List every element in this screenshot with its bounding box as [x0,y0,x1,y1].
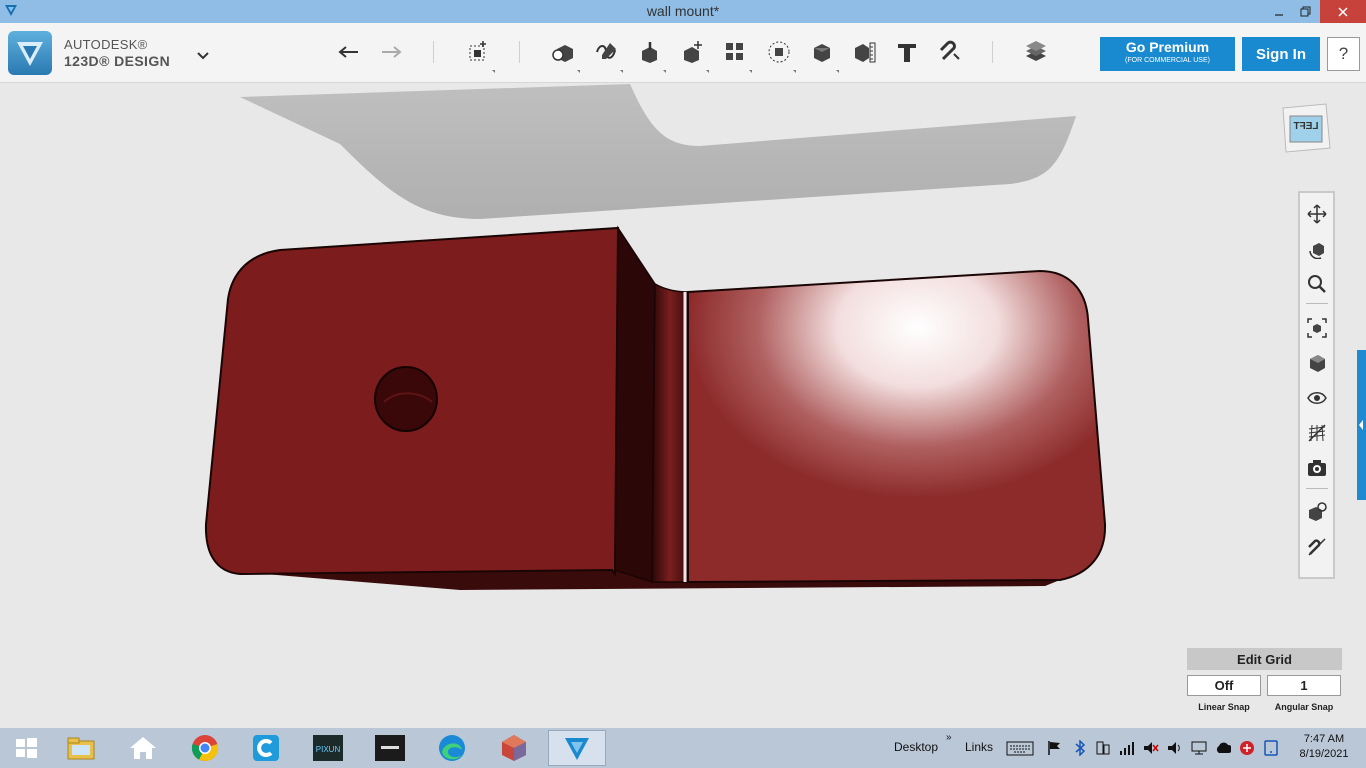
pan-icon[interactable] [1305,202,1329,226]
signal-icon[interactable] [1119,740,1135,756]
volume-mute-icon[interactable] [1143,740,1159,756]
dark-app-icon[interactable] [364,730,416,766]
redo-icon[interactable] [376,37,406,67]
cube-app-icon[interactable] [488,730,540,766]
premium-sub-label: (FOR COMMERCIAL USE) [1125,57,1210,64]
restore-icon[interactable] [1292,0,1318,23]
model-plate-side [614,225,656,584]
main-toolbar: AUTODESK® 123D® DESIGN Go Premium (FOR C… [0,23,1366,83]
grouping-icon[interactable] [764,37,796,73]
cloud-icon[interactable] [1215,740,1231,756]
svg-text:PIXUN: PIXUN [316,745,341,754]
display-icon[interactable] [1191,740,1207,756]
chevron-right-icon[interactable]: » [946,732,952,743]
network-icon[interactable] [1095,740,1111,756]
view-cube-label: LEFT [1293,121,1319,132]
minimize-icon[interactable] [1266,0,1292,23]
angular-snap-label: Angular Snap [1274,702,1334,712]
close-icon[interactable] [1320,0,1366,23]
taskbar: PIXUN Desktop » Links 7:47 AM 8/19/2021 [0,728,1366,768]
primitives-icon[interactable] [548,37,580,73]
system-clock[interactable]: 7:47 AM 8/19/2021 [1288,732,1360,762]
123d-app-icon[interactable] [548,730,606,766]
angular-snap-field[interactable]: 1 [1267,675,1341,696]
orbit-icon[interactable] [1305,237,1329,261]
material-icon[interactable] [1021,37,1051,67]
brand-product: 123D® DESIGN [64,53,171,69]
go-premium-button[interactable]: Go Premium (FOR COMMERCIAL USE) [1100,37,1235,71]
sign-in-button[interactable]: Sign In [1242,37,1320,71]
fit-icon[interactable] [1305,316,1329,340]
combine-icon[interactable] [807,37,839,73]
linear-snap-field[interactable]: Off [1187,675,1261,696]
premium-label: Go Premium [1125,39,1210,55]
view-mode-icon[interactable] [1305,351,1329,375]
modify-icon[interactable] [677,37,709,73]
speaker-icon[interactable] [1167,740,1183,756]
model-scene[interactable] [0,84,1366,728]
bluetooth-icon[interactable] [1072,740,1088,756]
measure-icon[interactable] [850,37,880,67]
pixun-app-icon[interactable]: PIXUN [302,730,354,766]
clock-date: 8/19/2021 [1299,748,1349,760]
flag-icon[interactable] [1046,740,1062,756]
c-app-icon[interactable] [240,730,292,766]
123d-logo-icon[interactable] [8,31,52,75]
text-icon[interactable] [892,37,922,67]
edit-grid-button[interactable]: Edit Grid [1187,648,1342,670]
screenshot-icon[interactable] [1305,456,1329,480]
chrome-icon[interactable] [179,730,231,766]
model-shadow [240,84,1076,219]
undo-icon[interactable] [334,37,364,67]
links-toolbar-label[interactable]: Links [965,740,993,754]
keyboard-icon[interactable] [1006,740,1034,756]
edge-icon[interactable] [426,730,478,766]
navigation-bar [1298,191,1335,579]
home-icon[interactable] [117,730,169,766]
red-app-icon[interactable] [1239,740,1255,756]
view-cube[interactable]: LEFT [1280,102,1332,154]
transform-icon[interactable] [463,37,495,73]
desktop-toolbar-label[interactable]: Desktop [894,740,938,754]
snap-icon[interactable] [935,37,965,67]
pattern-icon[interactable] [720,37,752,73]
file-explorer-icon[interactable] [55,730,107,766]
clock-time: 7:47 AM [1303,733,1345,745]
select-mode-icon[interactable] [1305,500,1329,524]
construct-icon[interactable] [634,37,666,73]
hide-snap-icon[interactable] [1305,535,1329,559]
grid-material-icon[interactable] [1305,421,1329,445]
3d-viewport[interactable]: LEFT Edit Grid Off 1 Linear Snap Angular… [0,84,1366,728]
model-bend [651,282,689,583]
help-button[interactable]: ? [1327,37,1360,71]
linear-snap-label: Linear Snap [1198,702,1250,712]
chevron-down-icon[interactable] [196,48,210,66]
title-bar: wall mount* [0,0,1366,23]
windows-start-icon[interactable] [0,730,52,766]
tablet-icon[interactable] [1263,740,1279,756]
brand-autodesk: AUTODESK® [64,37,148,52]
window-title: wall mount* [646,3,720,19]
side-panel-tab[interactable] [1357,350,1366,500]
visibility-icon[interactable] [1305,386,1329,410]
model-right-plate [687,269,1107,584]
zoom-icon[interactable] [1305,272,1329,296]
sketch-icon[interactable] [591,37,623,73]
